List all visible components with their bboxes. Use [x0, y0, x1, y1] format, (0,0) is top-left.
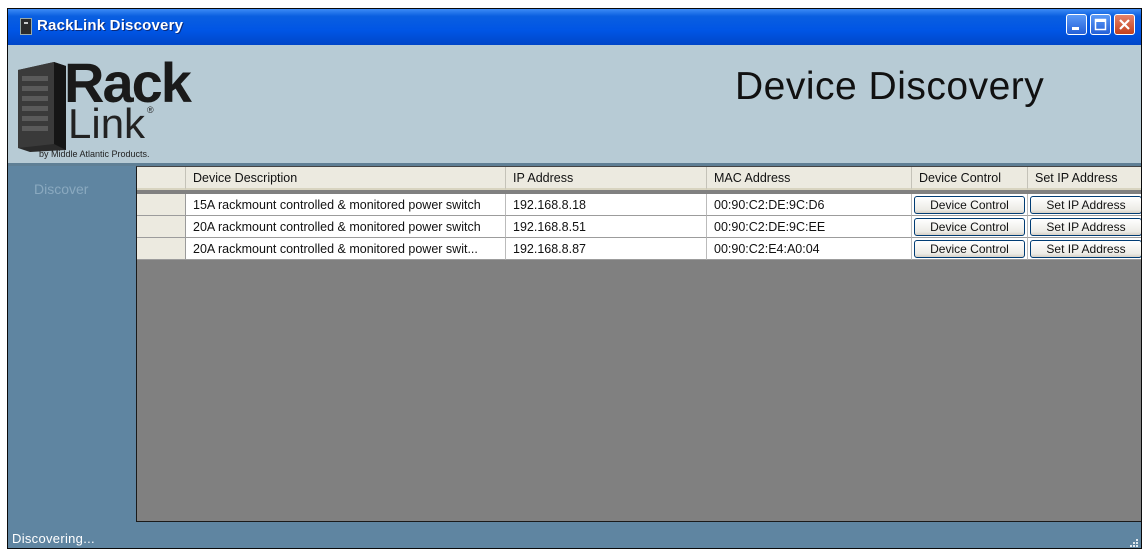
mac-address-cell: 00:90:C2:DE:9C:EE	[707, 216, 912, 238]
maximize-icon	[1094, 18, 1107, 31]
device-control-cell: Device Control	[912, 216, 1028, 238]
status-text: Discovering...	[12, 531, 95, 546]
logo-link-text: Link	[68, 100, 146, 147]
row-selector[interactable]	[137, 216, 186, 238]
table-row[interactable]: 20A rackmount controlled & monitored pow…	[137, 216, 1141, 238]
resize-grip-icon[interactable]	[1128, 537, 1138, 547]
set-ip-address-button[interactable]: Set IP Address	[1030, 240, 1141, 258]
device-control-button[interactable]: Device Control	[914, 240, 1025, 258]
window-title: RackLink Discovery	[37, 17, 184, 34]
column-header-description[interactable]: Device Description	[186, 167, 506, 190]
device-description-cell: 15A rackmount controlled & monitored pow…	[186, 194, 506, 216]
row-selector[interactable]	[137, 238, 186, 260]
column-header-device-control[interactable]: Device Control	[912, 167, 1028, 190]
column-header-set-ip[interactable]: Set IP Address	[1028, 167, 1141, 190]
ip-address-cell: 192.168.8.51	[506, 216, 707, 238]
status-bar: Discovering...	[8, 523, 1141, 548]
table-row[interactable]: 20A rackmount controlled & monitored pow…	[137, 238, 1141, 260]
device-grid: Device Description IP Address MAC Addres…	[136, 166, 1141, 522]
row-selector[interactable]	[137, 194, 186, 216]
rack-tower-logo-icon	[18, 62, 66, 152]
set-ip-address-button[interactable]: Set IP Address	[1030, 218, 1141, 236]
minimize-icon	[1072, 27, 1079, 30]
title-bar[interactable]: RackLink Discovery	[8, 9, 1141, 45]
set-ip-cell: Set IP Address	[1028, 238, 1141, 260]
app-icon	[20, 18, 32, 35]
logo-registered-mark: ®	[147, 105, 154, 115]
column-header-ip[interactable]: IP Address	[506, 167, 707, 190]
minimize-button[interactable]	[1066, 14, 1087, 35]
header-banner: Rack Link ® by Middle Atlantic Products.…	[8, 45, 1141, 166]
device-description-cell: 20A rackmount controlled & monitored pow…	[186, 238, 506, 260]
column-header-mac[interactable]: MAC Address	[707, 167, 912, 190]
device-control-button[interactable]: Device Control	[914, 218, 1025, 236]
maximize-button[interactable]	[1090, 14, 1111, 35]
page-title: Device Discovery	[735, 65, 1045, 108]
set-ip-address-button[interactable]: Set IP Address	[1030, 196, 1141, 214]
app-window: RackLink Discovery Rack Link ® by Middle…	[7, 8, 1142, 549]
device-description-cell: 20A rackmount controlled & monitored pow…	[186, 216, 506, 238]
ip-address-cell: 192.168.8.18	[506, 194, 707, 216]
main-content: Discover Device Description IP Address M…	[8, 166, 1141, 523]
set-ip-cell: Set IP Address	[1028, 216, 1141, 238]
device-control-button[interactable]: Device Control	[914, 196, 1025, 214]
mac-address-cell: 00:90:C2:DE:9C:D6	[707, 194, 912, 216]
row-header-corner	[137, 167, 186, 190]
mac-address-cell: 00:90:C2:E4:A0:04	[707, 238, 912, 260]
table-row[interactable]: 15A rackmount controlled & monitored pow…	[137, 194, 1141, 216]
device-control-cell: Device Control	[912, 194, 1028, 216]
sidebar-item-discover[interactable]: Discover	[34, 181, 88, 197]
grid-header-row: Device Description IP Address MAC Addres…	[137, 167, 1141, 190]
close-icon	[1119, 19, 1130, 30]
device-control-cell: Device Control	[912, 238, 1028, 260]
ip-address-cell: 192.168.8.87	[506, 238, 707, 260]
logo-tagline: by Middle Atlantic Products.	[39, 149, 150, 159]
set-ip-cell: Set IP Address	[1028, 194, 1141, 216]
close-button[interactable]	[1114, 14, 1135, 35]
